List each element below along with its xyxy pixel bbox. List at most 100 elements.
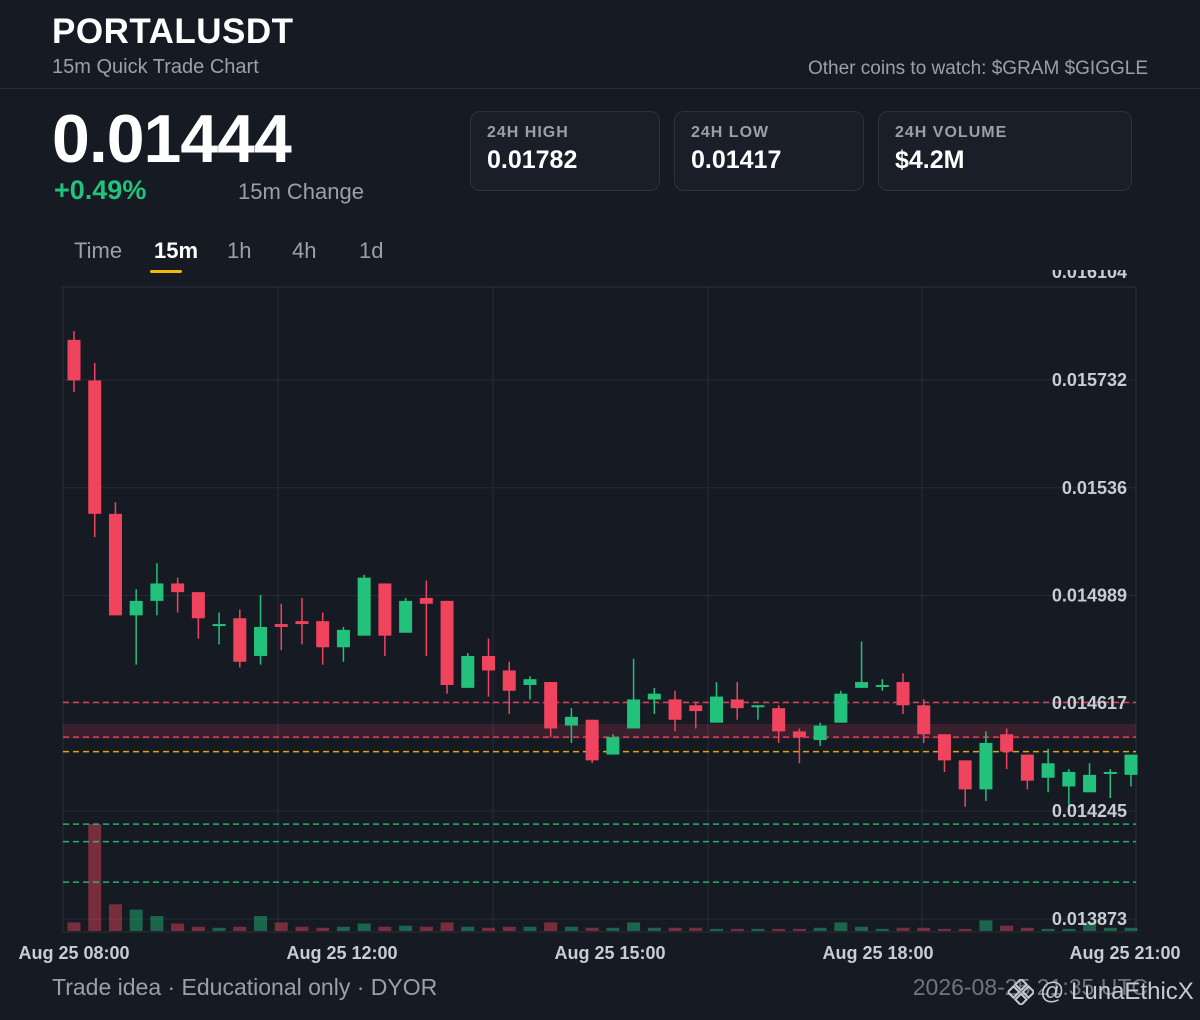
volume-bar [730, 928, 744, 931]
candle-body [88, 380, 102, 514]
volume-bar [502, 926, 516, 931]
volume-bar [875, 928, 889, 931]
header-divider [0, 88, 1200, 89]
tab-15m[interactable]: 15m [154, 238, 198, 264]
candle [440, 600, 454, 694]
volume-bar [254, 916, 268, 931]
candle-body [502, 670, 516, 691]
volume-bar [461, 926, 475, 931]
volume-bar [647, 927, 661, 931]
volume-bar [772, 928, 786, 931]
candle [461, 653, 475, 688]
candlestick-chart: 0.016104 0.015732 0.01536 0.014989 0.014617 0… [18, 270, 1180, 963]
candle [108, 502, 122, 616]
candle-body [191, 592, 205, 619]
volume-bar [378, 926, 392, 931]
candle-body [606, 737, 620, 755]
watermark: @ LunaEthicX [1008, 978, 1194, 1006]
volume-bar [440, 922, 454, 931]
volume-bar [627, 922, 641, 931]
candle-body [979, 742, 993, 790]
volume-bar [813, 927, 827, 931]
candle-body [274, 624, 288, 627]
volume-bar [129, 909, 143, 931]
candle [585, 719, 599, 764]
candle-body [399, 600, 413, 633]
candle-body [233, 618, 247, 662]
stat-label: 24H LOW [691, 124, 770, 141]
candle-body [668, 699, 682, 720]
volume-bar [792, 928, 806, 931]
candle-body [523, 679, 537, 685]
volume-bar [979, 920, 993, 931]
tab-time[interactable]: Time [74, 238, 122, 264]
candle-body [627, 699, 641, 729]
candle [399, 597, 413, 633]
volume-bar [191, 926, 205, 931]
footer-disclaimer: Trade idea · Educational only · DYOR [52, 974, 438, 1000]
volume-bar [834, 922, 848, 931]
stat-card-24h-low: 24H LOW 0.01417 [674, 111, 864, 191]
candle-body [150, 583, 164, 601]
stat-label: 24H VOLUME [895, 124, 1008, 141]
y-tick-label: 0.013873 [1052, 909, 1127, 929]
candle-body [336, 629, 350, 648]
stat-label: 24H HIGH [487, 124, 569, 141]
volume-bar [668, 927, 682, 931]
candle-body [316, 621, 330, 648]
volume-bar [544, 922, 558, 931]
x-tick-label: Aug 25 12:00 [286, 943, 397, 963]
stat-card-24h-high: 24H HIGH 0.01782 [470, 111, 660, 191]
candle-body [1062, 771, 1076, 787]
volume-bar [171, 923, 185, 931]
chart-subtitle: 15m Quick Trade Chart [52, 56, 259, 78]
candle-body [544, 682, 558, 729]
x-axis-labels: Aug 25 08:00 Aug 25 12:00 Aug 25 15:00 Aug … [18, 943, 1180, 963]
volume-bar [150, 916, 164, 931]
x-tick-label: Aug 25 21:00 [1069, 943, 1180, 963]
candle-body [564, 716, 578, 726]
volume-bar [399, 925, 413, 931]
volume-bar [336, 926, 350, 931]
volume-bar [523, 926, 537, 931]
volume-bar [917, 927, 931, 931]
candle-body [792, 731, 806, 738]
tab-4h[interactable]: 4h [292, 238, 316, 264]
candle-body [896, 682, 910, 706]
candle-body [730, 699, 744, 709]
candle-body [958, 760, 972, 790]
tab-1d[interactable]: 1d [359, 238, 383, 264]
x-tick-label: Aug 25 08:00 [18, 943, 129, 963]
candle-body [1103, 771, 1117, 774]
stat-card-24h-volume: 24H VOLUME $4.2M [878, 111, 1132, 191]
candle-body [440, 600, 454, 685]
candle-body [875, 684, 889, 687]
volume-bar [709, 928, 723, 931]
candle-body [357, 577, 371, 636]
volume-bar [896, 927, 910, 931]
tab-1h[interactable]: 1h [227, 238, 251, 264]
y-tick-label: 0.016104 [1052, 270, 1127, 282]
volume-bar [689, 927, 703, 931]
candle-body [689, 705, 703, 712]
candle-body [254, 626, 268, 656]
candle-body [67, 339, 81, 381]
candle-body [171, 583, 185, 593]
volume-bar [108, 904, 122, 931]
candle-body [1041, 763, 1055, 778]
volume-bar [937, 928, 951, 931]
x-tick-label: Aug 25 18:00 [822, 943, 933, 963]
volume-bar [958, 928, 972, 931]
x-tick-label: Aug 25 15:00 [554, 943, 665, 963]
volume-bar [274, 922, 288, 931]
candle-body [108, 513, 122, 616]
volume-bar [1062, 928, 1076, 931]
volume-bar [88, 824, 102, 931]
volume-bar [419, 926, 433, 931]
volume-bar [357, 923, 371, 931]
volume-bar [233, 926, 247, 931]
volume-bar [1041, 928, 1055, 931]
volume-bar [606, 927, 620, 931]
candle-body [647, 693, 661, 700]
candle-body [419, 597, 433, 604]
